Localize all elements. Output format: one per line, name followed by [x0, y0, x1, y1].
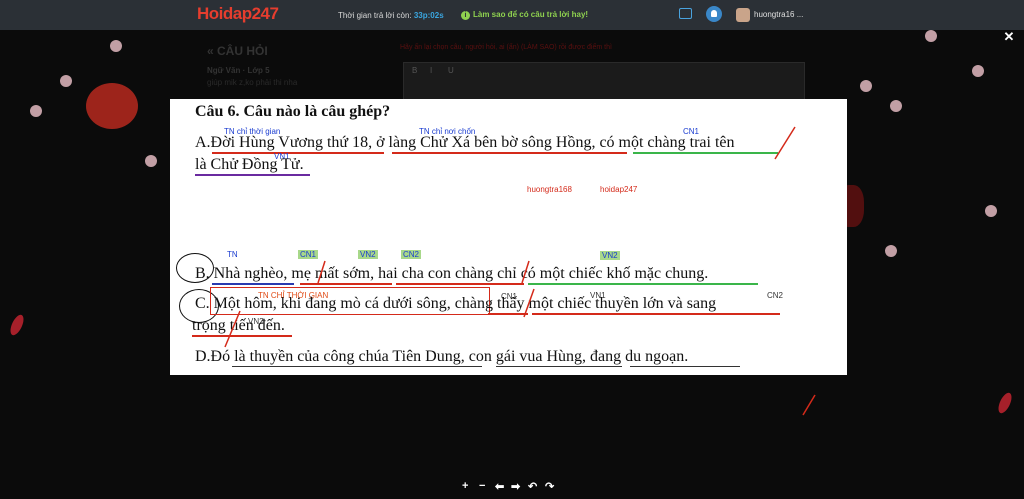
- annotation-tn: TN: [227, 250, 238, 259]
- answer-timer: Thời gian trả lời còn: 33p:02s: [338, 11, 444, 20]
- underline-annotation: [630, 366, 740, 367]
- avatar[interactable]: [736, 8, 750, 22]
- underline-annotation: [195, 174, 310, 176]
- separator-slash: [521, 260, 530, 284]
- annotation-cn2: CN2: [401, 250, 422, 259]
- underline-annotation: [236, 335, 292, 337]
- underline-annotation: [496, 366, 622, 367]
- rotate-left-button[interactable]: ↶: [528, 480, 537, 493]
- question-text: Câu 6. Câu nào là câu ghép?: [195, 103, 391, 120]
- italic-button: I: [430, 66, 433, 75]
- page-title: « CÂU HỎI: [207, 44, 268, 58]
- underline-annotation: [232, 366, 482, 367]
- blossom-decoration: [145, 155, 157, 167]
- annotation-vn2: VN2: [358, 250, 378, 259]
- previous-button[interactable]: ⬅: [495, 480, 504, 493]
- petal-decoration: [995, 390, 1015, 416]
- underline-annotation: [300, 283, 392, 285]
- info-icon: i: [461, 11, 470, 20]
- rotate-right-button[interactable]: ↷: [545, 480, 554, 493]
- zoom-in-button[interactable]: +: [462, 480, 468, 492]
- option-b: B. Nhà nghèo, mẹ mất sớm, hai cha con ch…: [195, 265, 709, 282]
- blossom-decoration: [60, 75, 72, 87]
- separator-slash: [317, 260, 326, 284]
- bell-icon[interactable]: [706, 6, 722, 22]
- subject-label: Ngữ Văn · Lớp 5: [207, 66, 270, 75]
- underline-annotation: [528, 283, 758, 285]
- blossom-decoration: [985, 205, 997, 217]
- separator-slash: [224, 310, 241, 348]
- blossom-decoration: [885, 245, 897, 257]
- lantern-decoration: [86, 83, 138, 129]
- timer-label: Thời gian trả lời còn:: [338, 11, 414, 20]
- underline-annotation: [532, 313, 780, 315]
- red-stroke-decoration: [802, 394, 816, 416]
- underline-annotation: [212, 283, 294, 285]
- top-bar: Hoidap247 Thời gian trả lời còn: 33p:02s…: [0, 0, 1024, 30]
- annotation-cn2: CN2: [767, 291, 784, 300]
- next-button[interactable]: ➡: [511, 480, 520, 493]
- petal-decoration: [7, 312, 27, 338]
- option-a-line2: là Chử Đồng Tử.: [195, 156, 304, 173]
- annotation-vn2: VN2: [600, 251, 620, 260]
- blossom-decoration: [925, 30, 937, 42]
- underline-annotation: [392, 152, 627, 154]
- blossom-decoration: [30, 105, 42, 117]
- answer-editor: [403, 62, 805, 102]
- underline-annotation: [633, 152, 778, 154]
- option-a-line1: A.Đời Hùng Vương thứ 18, ở làng Chử Xá b…: [195, 134, 735, 151]
- image-viewer: Câu 6. Câu nào là câu ghép? TN chỉ thời …: [170, 99, 847, 375]
- option-d: D.Đó là thuyền của công chúa Tiên Dung, …: [195, 348, 689, 365]
- underline-annotation: [212, 152, 384, 154]
- blossom-decoration: [110, 40, 122, 52]
- timer-value: 33p:02s: [413, 11, 444, 20]
- answer-tip-link[interactable]: i Làm sao để có câu trả lời hay!: [461, 10, 588, 20]
- underline-annotation: [396, 283, 524, 285]
- question-hint: giúp mik z,ko phải thi nha: [207, 78, 298, 87]
- tip-text: Làm sao để có câu trả lời hay!: [473, 10, 589, 19]
- blossom-decoration: [890, 100, 902, 112]
- separator-slash: [523, 288, 535, 318]
- close-icon[interactable]: ✕: [1001, 29, 1017, 45]
- blossom-decoration: [972, 65, 984, 77]
- username[interactable]: huongtra16 ...: [754, 10, 803, 19]
- underline-button: U: [448, 66, 454, 75]
- annotation-cn1: CN1: [298, 250, 319, 259]
- watermark-user: huongtra168: [527, 185, 572, 194]
- option-c-line1: C. Một hôm, khi đang mò cá dưới sông, ch…: [195, 295, 717, 312]
- warning-text: Hãy ấn lại chọn câu, người hỏi, ai (ẩn) …: [400, 44, 612, 51]
- zoom-out-button[interactable]: −: [479, 480, 485, 492]
- bold-button: B: [412, 66, 418, 75]
- site-logo[interactable]: Hoidap247: [197, 4, 279, 24]
- chat-icon[interactable]: [679, 8, 692, 19]
- separator-slash: [774, 126, 796, 160]
- watermark-site: hoidap247: [600, 185, 638, 194]
- blossom-decoration: [860, 80, 872, 92]
